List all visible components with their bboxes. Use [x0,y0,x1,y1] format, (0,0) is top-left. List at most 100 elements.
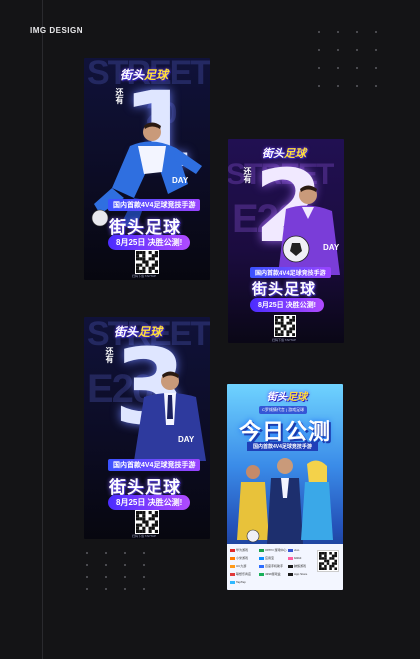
poster-countdown-2: STREET E20 街头足球 还有 2 DAY 国内首款4V4足球竞技手游 街… [228,139,344,343]
decor-dot [124,588,126,590]
countdown-prefix: 还有 [243,167,252,183]
qr-code[interactable] [135,510,159,534]
store-name: bilibili [294,556,302,560]
launch-date: 8月25日 决胜公测! [108,495,191,510]
logo-text-accent: 足球 [287,392,307,403]
decor-dot [337,49,339,51]
logo-text: 街头 [267,392,287,403]
store-mark-icon [288,556,293,560]
download-hint: 扫码下载 TAPTAP [132,274,157,278]
store-mark-icon [288,572,293,576]
store-logo: vivo [288,548,299,552]
store-name: 华为游戏 [236,548,249,552]
decor-dot [375,85,377,87]
launch-date: 8月25日 决胜公测! [108,235,191,250]
store-mark-icon [259,564,264,568]
store-mark-icon [230,548,235,552]
decor-dot [375,31,377,33]
store-name: 4399游戏盒 [265,572,281,576]
decor-dot [318,85,320,87]
store-name: 联想乐商店 [236,572,252,576]
decor-dot [356,67,358,69]
page-title: IMG DESIGN [30,26,84,35]
store-logo: 小米游戏 [230,556,248,560]
decor-dot [318,31,320,33]
tagline-banner: 国内首款4V4足球竞技手游 [108,199,201,211]
decor-dot [124,576,126,578]
store-logo: 魅族游戏 [288,564,306,568]
decor-dot [143,588,145,590]
store-mark-icon [259,548,264,552]
store-logo-panel: 华为游戏 OPPO 游戏中心 vivo 小米游戏 应用宝 bilibili UC九游 百度手机… [227,544,343,590]
store-name: 百度手机助手 [265,564,284,568]
game-logo: 街头足球 [267,388,307,403]
store-logo: 联想乐商店 [230,572,251,576]
poster-launch-day: 街头足球 C罗倾情代言 | 游戏足球 今日公测 国内首款4V4足球竞技手游 华为… [227,384,343,590]
store-mark-icon [230,572,235,576]
tagline-banner: 国内首款4V4足球竞技手游 [250,267,331,278]
decor-dot [337,67,339,69]
endorsement-badge: C罗倾情代言 | 游戏足球 [259,406,308,414]
decor-dot [143,552,145,554]
decor-dot [86,552,88,554]
decor-dot [337,85,339,87]
decor-dot [143,576,145,578]
store-logo: UC九游 [230,564,246,568]
store-name: 魅族游戏 [294,564,307,568]
store-name: OPPO 游戏中心 [265,548,287,552]
tagline-banner: 国内首款4V4足球竞技手游 [108,459,201,471]
decor-dot [124,552,126,554]
guide-line [42,0,43,659]
decor-dot [375,67,377,69]
store-name: TapTap [236,580,246,584]
store-logo: 4399游戏盒 [259,572,281,576]
decor-dot [337,31,339,33]
player-illustration [134,371,206,461]
store-mark-icon [230,556,235,560]
store-logo: 百度手机助手 [259,564,283,568]
qr-code[interactable] [317,550,339,572]
decor-dot [105,552,107,554]
poster-countdown-1: STREET 20 街头足球 还有 1 DAY 国内首款4V4足球竞技手游 街头… [84,58,210,280]
store-name: UC九游 [236,564,247,568]
characters-illustration [237,458,333,544]
decor-dot [318,49,320,51]
day-label: DAY [178,435,195,444]
store-name: vivo [294,548,300,552]
store-name: 小米游戏 [236,556,249,560]
decor-dot [86,588,88,590]
store-name: 应用宝 [265,556,275,560]
day-label: DAY [323,243,340,252]
poster-countdown-3: STREET E20 街头足球 还有 3 DAY 国内首款4V4足球竞技手游 街… [84,317,210,539]
store-logo: App Store [288,572,307,576]
decor-dot [105,588,107,590]
store-logo: 应用宝 [259,556,274,560]
qr-code[interactable] [135,250,159,274]
decor-dot [105,576,107,578]
qr-code[interactable] [274,315,296,337]
decor-dot [143,564,145,566]
download-hint: 扫码下载 TAPTAP [272,338,297,342]
store-mark-icon [259,572,264,576]
game-title: 街头足球 [252,281,317,298]
day-label: DAY [172,176,189,185]
download-hint: 扫码下载 TAPTAP [132,534,157,538]
decor-dot [356,49,358,51]
launch-date: 8月25日 决胜公测! [250,298,324,312]
store-mark-icon [230,580,235,584]
decor-dot [356,31,358,33]
decor-dot [375,49,377,51]
tagline-strip: 国内首款4V4足球竞技手游 [247,442,318,451]
decor-dot [124,564,126,566]
store-mark-icon [288,564,293,568]
store-logo: 华为游戏 [230,548,248,552]
store-name: App Store [294,572,308,576]
store-mark-icon [288,548,293,552]
player-illustration [278,185,340,275]
decor-dot [105,564,107,566]
store-logo: TapTap [230,580,246,584]
decor-dot [86,564,88,566]
store-logo: bilibili [288,556,301,560]
decor-dot [86,576,88,578]
store-logo: OPPO 游戏中心 [259,548,287,552]
